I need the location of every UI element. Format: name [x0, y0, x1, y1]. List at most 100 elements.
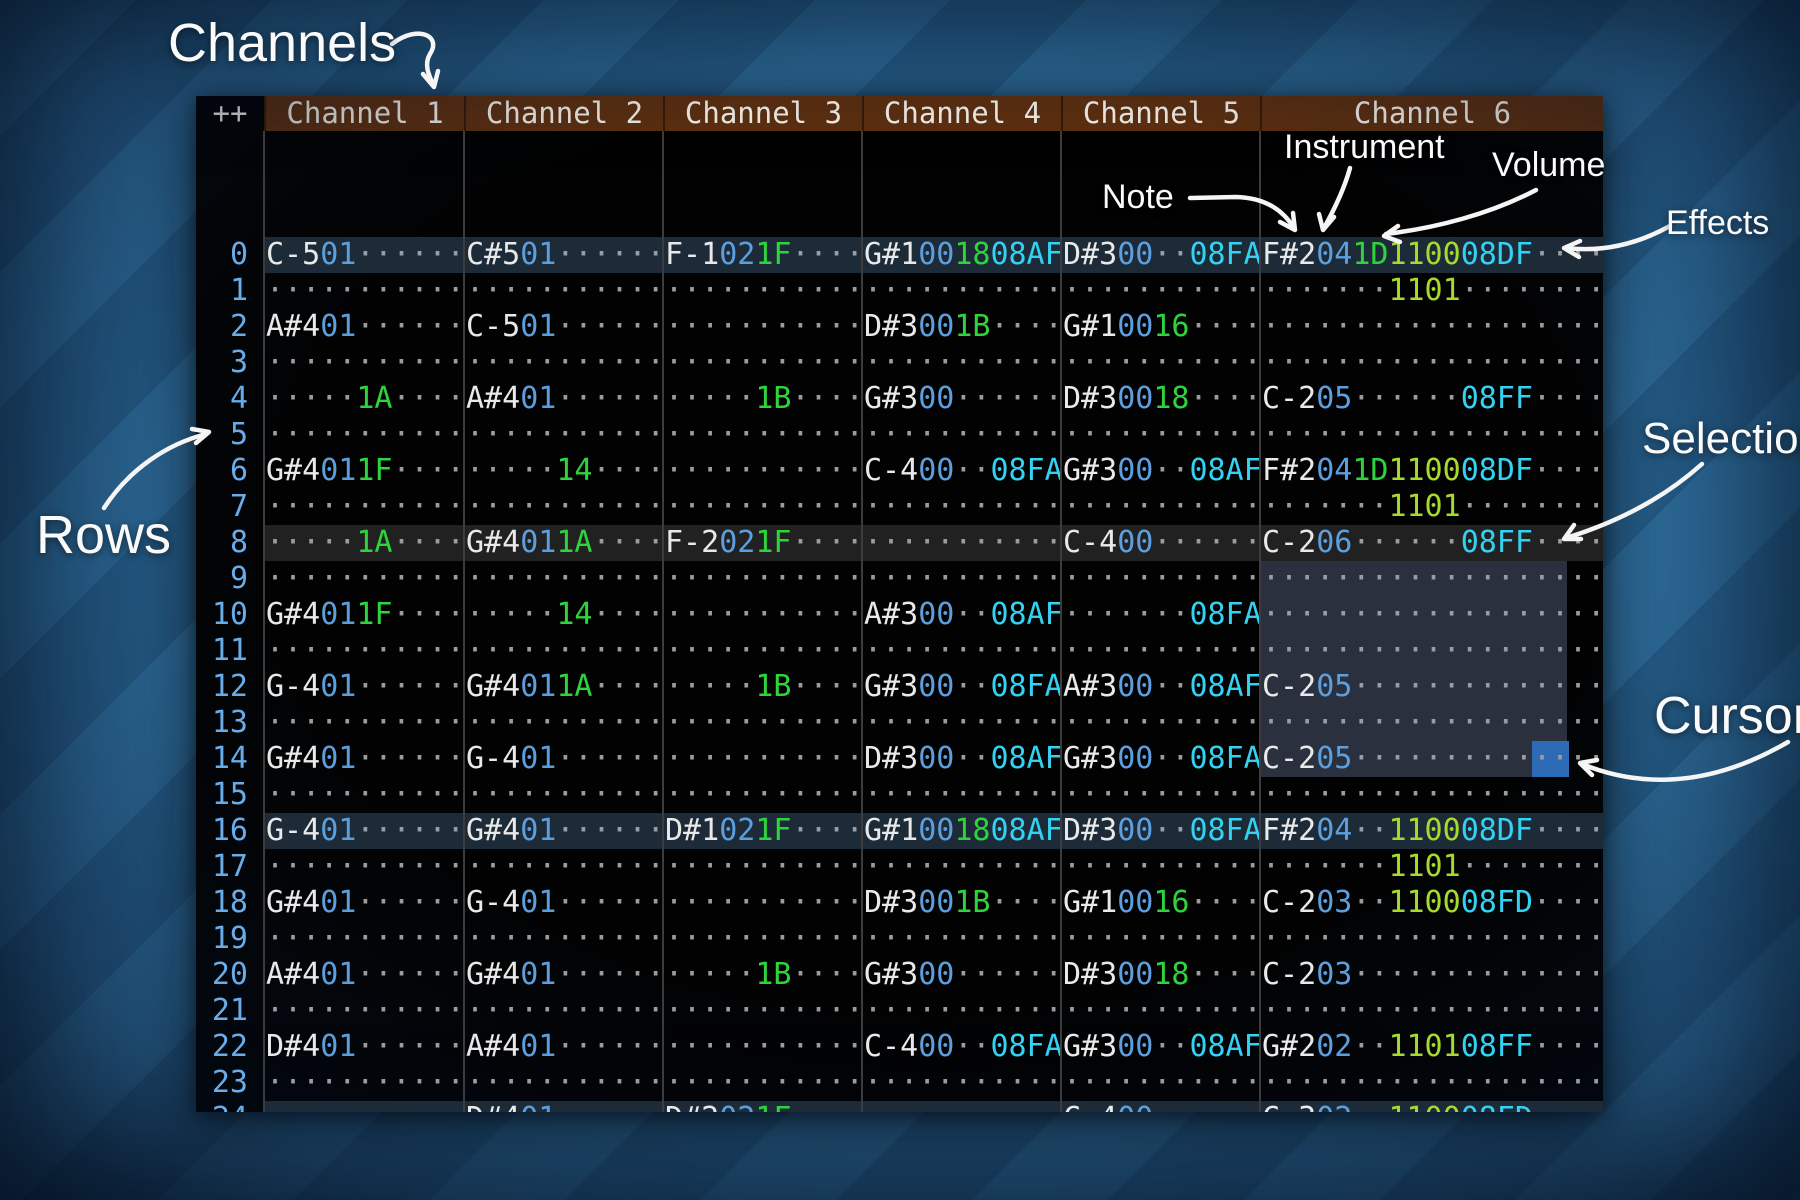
pattern-cell[interactable]: F-1021F····	[663, 237, 862, 273]
pattern-cell[interactable]: G#202··110108FF····	[1260, 1029, 1603, 1065]
pattern-cell[interactable]: ···················	[1260, 777, 1603, 813]
pattern-cell[interactable]: ···········	[663, 741, 862, 777]
row-number[interactable]: 19	[196, 921, 264, 957]
pattern-cell[interactable]: ·····1A····	[264, 525, 464, 561]
pattern-cell[interactable]: ···········	[264, 345, 464, 381]
pattern-cell[interactable]: D#300··08AF	[862, 741, 1061, 777]
pattern-cell[interactable]: A#401······	[464, 1029, 663, 1065]
channel-header-5[interactable]: Channel 5	[1061, 96, 1260, 131]
pattern-cell[interactable]: ···········	[862, 273, 1061, 309]
pattern-cell[interactable]: ···········	[663, 561, 862, 597]
row-number[interactable]: 8	[196, 525, 264, 561]
pattern-cell[interactable]: G#401······	[464, 957, 663, 993]
pattern-cell[interactable]: C-400··08FA	[862, 1029, 1061, 1065]
pattern-cell[interactable]: ·····1B····	[663, 669, 862, 705]
pattern-cell[interactable]: A#300··08AF	[862, 597, 1061, 633]
pattern-cell[interactable]: ···················	[1260, 561, 1603, 597]
pattern-cell[interactable]: ···········	[1061, 1065, 1260, 1101]
pattern-cell[interactable]: ···········	[1061, 561, 1260, 597]
pattern-cell[interactable]: G#300······	[862, 957, 1061, 993]
pattern-cell[interactable]: C-302··110008FD····	[1260, 1101, 1603, 1112]
pattern-cell[interactable]: ·······08FA	[1061, 597, 1260, 633]
pattern-cell[interactable]: ···········	[464, 921, 663, 957]
pattern-cell[interactable]: ···········	[862, 561, 1061, 597]
row-number[interactable]: 4	[196, 381, 264, 417]
pattern-cell[interactable]: G#300······	[862, 381, 1061, 417]
row-number[interactable]: 18	[196, 885, 264, 921]
pattern-cell[interactable]: ···········	[264, 273, 464, 309]
pattern-cell[interactable]: F#204··110008DF····	[1260, 813, 1603, 849]
row-number[interactable]: 2	[196, 309, 264, 345]
pattern-cell[interactable]: D#3001B····	[862, 309, 1061, 345]
pattern-cell[interactable]: G#4011F····	[264, 453, 464, 489]
pattern-cell[interactable]: D#300··08FA	[1061, 813, 1260, 849]
row-number[interactable]: 22	[196, 1029, 264, 1065]
pattern-cell[interactable]: G#1001808AF	[862, 237, 1061, 273]
pattern-cell[interactable]: A#401······	[464, 381, 663, 417]
pattern-cell[interactable]: ···········	[264, 561, 464, 597]
pattern-cell[interactable]: ·····1B····	[663, 957, 862, 993]
pattern-cell[interactable]: C#501······	[464, 237, 663, 273]
pattern-cell[interactable]: C-203··············	[1260, 957, 1603, 993]
pattern-cell[interactable]: C-400··08FA	[862, 453, 1061, 489]
channel-header-1[interactable]: Channel 1	[264, 96, 464, 131]
pattern-cell[interactable]: ···········	[264, 993, 464, 1029]
pattern-cell[interactable]: ···········	[663, 993, 862, 1029]
row-number[interactable]: 5	[196, 417, 264, 453]
pattern-cell[interactable]: ···········	[464, 849, 663, 885]
row-number[interactable]: 6	[196, 453, 264, 489]
pattern-cell[interactable]: ···········	[663, 417, 862, 453]
pattern-cell[interactable]: ·······1101········	[1260, 849, 1603, 885]
pattern-cell[interactable]: ···········	[264, 1101, 464, 1112]
pattern-cell[interactable]: ···········	[1061, 777, 1260, 813]
pattern-cell[interactable]: C-205··············	[1260, 741, 1603, 777]
pattern-cell[interactable]: F#2041D110008DF····	[1260, 453, 1603, 489]
pattern-cell[interactable]: ···········	[264, 489, 464, 525]
row-number[interactable]: 23	[196, 1065, 264, 1101]
pattern-cell[interactable]: ·····14····	[464, 453, 663, 489]
pattern-cell[interactable]: ···········	[1061, 273, 1260, 309]
row-number[interactable]: 24	[196, 1101, 264, 1112]
pattern-cell[interactable]: ···········	[663, 453, 862, 489]
pattern-cell[interactable]: ···········	[1061, 633, 1260, 669]
row-number[interactable]: 11	[196, 633, 264, 669]
pattern-cell[interactable]: ···········	[663, 345, 862, 381]
pattern-cell[interactable]: ···········	[862, 633, 1061, 669]
pattern-cell[interactable]: C-206······08FF····	[1260, 525, 1603, 561]
pattern-cell[interactable]: ···········	[264, 417, 464, 453]
row-number[interactable]: 16	[196, 813, 264, 849]
pattern-cell[interactable]: ···················	[1260, 1065, 1603, 1101]
pattern-cell[interactable]: ···········	[862, 1101, 1061, 1112]
pattern-cell[interactable]: ···········	[464, 489, 663, 525]
pattern-cell[interactable]: ···········	[663, 705, 862, 741]
pattern-cell[interactable]: ···················	[1260, 345, 1603, 381]
pattern-cell[interactable]: ···········	[1061, 849, 1260, 885]
pattern-cell[interactable]: C-400······	[1061, 1101, 1260, 1112]
row-number[interactable]: 10	[196, 597, 264, 633]
pattern-cell[interactable]: ·····1B····	[663, 381, 862, 417]
row-number[interactable]: 17	[196, 849, 264, 885]
pattern-cell[interactable]: ···········	[264, 849, 464, 885]
pattern-cell[interactable]: ···········	[663, 921, 862, 957]
pattern-cell[interactable]: ···········	[663, 489, 862, 525]
pattern-cell[interactable]: G#401······	[264, 741, 464, 777]
pattern-cell[interactable]: ···················	[1260, 417, 1603, 453]
pattern-cell[interactable]: ···········	[464, 561, 663, 597]
pattern-cell[interactable]: ···········	[264, 705, 464, 741]
pattern-cell[interactable]: ···········	[663, 273, 862, 309]
pattern-cell[interactable]: G#4011F····	[264, 597, 464, 633]
pattern-cell[interactable]: D#30018····	[1061, 957, 1260, 993]
pattern-cell[interactable]: ···········	[663, 597, 862, 633]
pattern-cell[interactable]: ···········	[862, 921, 1061, 957]
row-number[interactable]: 15	[196, 777, 264, 813]
row-number[interactable]: 9	[196, 561, 264, 597]
pattern-cell[interactable]: ·····14····	[464, 597, 663, 633]
pattern-cell[interactable]: G#4011A····	[464, 669, 663, 705]
pattern-cell[interactable]: ···········	[264, 921, 464, 957]
pattern-cell[interactable]: ···········	[862, 705, 1061, 741]
pattern-cell[interactable]: C-501······	[264, 237, 464, 273]
pattern-cell[interactable]: G#1001808AF	[862, 813, 1061, 849]
pattern-cell[interactable]: ···········	[464, 777, 663, 813]
pattern-cell[interactable]: D#2021F····	[663, 1101, 862, 1112]
pattern-cell[interactable]: G-401······	[464, 741, 663, 777]
